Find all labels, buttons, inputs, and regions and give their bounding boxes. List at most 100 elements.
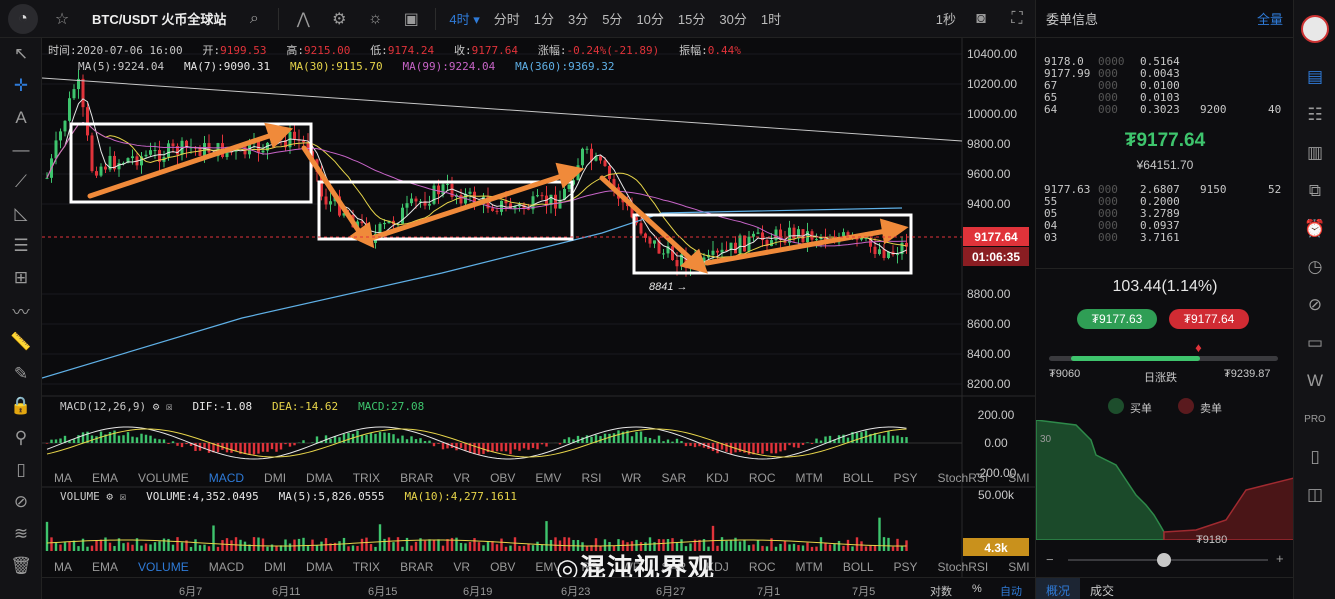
depth-chart[interactable]: 30	[1036, 420, 1294, 540]
indicator-tab-boll[interactable]: BOLL	[831, 471, 882, 485]
chart-area[interactable]: 10400.00 10200.00 10000.00 9800.00 9600.00 94…	[41, 38, 1201, 599]
alarm-nav-icon[interactable]: ⏰	[1294, 210, 1335, 248]
star-icon[interactable]: ☆	[44, 9, 80, 29]
triangle-icon[interactable]: ◺	[0, 198, 42, 230]
pro-nav-icon[interactable]: PRO	[1294, 400, 1335, 438]
indicator-tab-brar[interactable]: BRAR	[388, 560, 441, 574]
w-nav-icon[interactable]: W	[1294, 362, 1335, 400]
macd-close-icon[interactable]: ☒	[166, 400, 173, 413]
indicator-tab-obv[interactable]: OBV	[478, 471, 523, 485]
tab-overview[interactable]: 概况	[1036, 578, 1081, 599]
percent-toggle[interactable]: %	[972, 583, 982, 595]
sell-price-button[interactable]: ₮9177.64	[1169, 309, 1249, 329]
indicator-icon[interactable]: ⋀	[285, 9, 321, 29]
horizontal-line-icon[interactable]: —	[0, 134, 42, 166]
indicator-tab-brar[interactable]: BRAR	[388, 471, 441, 485]
interval-2[interactable]: 1分	[527, 9, 561, 28]
channel-icon[interactable]: ☰	[0, 230, 42, 262]
crosshair-icon[interactable]: ✛	[0, 70, 42, 102]
text-tool-icon[interactable]: A	[0, 102, 42, 134]
grid-icon[interactable]: ⊞	[0, 262, 42, 294]
buy-price-button[interactable]: ₮9177.63	[1077, 309, 1157, 329]
orderbook-row[interactable]: 05 000 3.2789	[1036, 207, 1294, 220]
pair-title[interactable]: BTC/USDT 火币全球站	[92, 9, 226, 28]
indicator-tab-macd[interactable]: MACD	[197, 560, 252, 574]
orderbook-full-button[interactable]: 全量	[1257, 9, 1283, 28]
indicator-tab-mtm[interactable]: MTM	[783, 560, 830, 574]
orders-nav-icon[interactable]: ☷	[1294, 96, 1335, 134]
book-nav-icon[interactable]: ▭	[1294, 324, 1335, 362]
indicator-tab-ema[interactable]: EMA	[80, 560, 126, 574]
interval-active[interactable]: 4时 ▾	[442, 9, 486, 28]
indicator-tab-rsi[interactable]: RSI	[569, 471, 609, 485]
indicator-tab-emv[interactable]: EMV	[523, 471, 569, 485]
interval-8[interactable]: 1时	[754, 9, 788, 28]
indicator-tab-stochrsi[interactable]: StochRSI	[926, 560, 997, 574]
interval-3[interactable]: 3分	[561, 9, 595, 28]
indicator-tab-volume[interactable]: VOLUME	[126, 471, 197, 485]
search-icon[interactable]: ⌕	[236, 10, 272, 28]
zoom-out-icon[interactable]: −	[1046, 552, 1054, 567]
volume-settings-icon[interactable]: ⚙	[106, 490, 113, 503]
magnet-icon[interactable]: ⚲	[0, 422, 42, 454]
orderbook-row[interactable]: 55 000 0.2000	[1036, 195, 1294, 208]
layers-icon[interactable]: ≋	[0, 518, 42, 550]
hide-icon[interactable]: ⊘	[0, 486, 42, 518]
logo-icon[interactable]: ◔	[8, 3, 38, 34]
indicator-tab-ma[interactable]: MA	[42, 471, 80, 485]
indicator-tab-vr[interactable]: VR	[441, 471, 478, 485]
indicator-tab-vr[interactable]: VR	[441, 560, 478, 574]
interval-4[interactable]: 5分	[595, 9, 629, 28]
stats-nav-icon[interactable]: ▥	[1294, 134, 1335, 172]
tab-trades[interactable]: 成交	[1080, 578, 1124, 599]
indicator-tab-dmi[interactable]: DMI	[252, 471, 294, 485]
indicator-tab-kdj[interactable]: KDJ	[694, 471, 737, 485]
lock-icon[interactable]: 🔒	[0, 390, 42, 422]
trash-icon[interactable]: 🗑	[0, 550, 42, 582]
clock-nav-icon[interactable]: ◷	[1294, 248, 1335, 286]
zoom-slider-handle[interactable]	[1157, 553, 1171, 567]
cursor-icon[interactable]: ↖	[0, 38, 42, 70]
interval-7[interactable]: 30分	[712, 9, 753, 28]
indicator-tab-smi[interactable]: SMI	[996, 560, 1037, 574]
price-chart[interactable]: 10400.00 10200.00 10000.00 9800.00 9600.00 94…	[41, 38, 1035, 599]
zoom-in-icon[interactable]: +	[1276, 551, 1284, 566]
indicator-tab-trix[interactable]: TRIX	[341, 560, 388, 574]
indicator-tab-mtm[interactable]: MTM	[783, 471, 830, 485]
indicator-tab-smi[interactable]: SMI	[996, 471, 1037, 485]
indicator-tab-psy[interactable]: PSY	[882, 560, 926, 574]
volume-close-icon[interactable]: ☒	[120, 490, 127, 503]
indicator-tab-volume[interactable]: VOLUME	[126, 560, 197, 574]
interval-1[interactable]: 分时	[487, 9, 527, 28]
compass-nav-icon[interactable]: ⊘	[1294, 286, 1335, 324]
macd-settings-icon[interactable]: ⚙	[153, 400, 160, 413]
settings-icon[interactable]: ⚙	[321, 9, 357, 29]
log-scale-toggle[interactable]: 对数	[930, 583, 952, 599]
orderbook-row[interactable]: 04 000 0.0937	[1036, 219, 1294, 232]
indicator-tab-dma[interactable]: DMA	[294, 560, 341, 574]
interval-6[interactable]: 15分	[671, 9, 712, 28]
wave-icon[interactable]: 〰	[0, 294, 42, 326]
fullscreen-icon[interactable]: ⛶	[999, 10, 1035, 28]
indicator-tab-roc[interactable]: ROC	[737, 560, 784, 574]
share-nav-icon[interactable]: ⧉	[1294, 172, 1335, 210]
orderbook-row[interactable]: 64 000 0.3023 9200 40	[1036, 103, 1294, 116]
indicator-tab-trix[interactable]: TRIX	[341, 471, 388, 485]
refresh-rate[interactable]: 1秒	[929, 9, 963, 28]
indicator-tab-psy[interactable]: PSY	[882, 471, 926, 485]
doc-nav-icon[interactable]: ▯	[1294, 438, 1335, 476]
orderbook-row[interactable]: 03 000 3.7161	[1036, 231, 1294, 244]
orderbook-row[interactable]: 9177.99 000 0.0043	[1036, 67, 1294, 80]
camera-icon[interactable]: ◙	[963, 10, 999, 28]
indicator-tab-roc[interactable]: ROC	[737, 471, 784, 485]
chart-nav-icon[interactable]: ▤	[1294, 58, 1335, 96]
layout-icon[interactable]: ▣	[393, 9, 429, 29]
theme-icon[interactable]: ☼	[357, 10, 393, 28]
auto-scale-toggle[interactable]: 自动	[1000, 583, 1022, 599]
gift-nav-icon[interactable]: ◫	[1294, 476, 1335, 514]
indicator-tab-sar[interactable]: SAR	[649, 471, 694, 485]
trend-line-icon[interactable]: ⟋	[0, 166, 42, 198]
orderbook-row[interactable]: 65 000 0.0103	[1036, 91, 1294, 104]
ruler-icon[interactable]: 📏	[0, 326, 42, 358]
avatar[interactable]	[1294, 0, 1335, 58]
